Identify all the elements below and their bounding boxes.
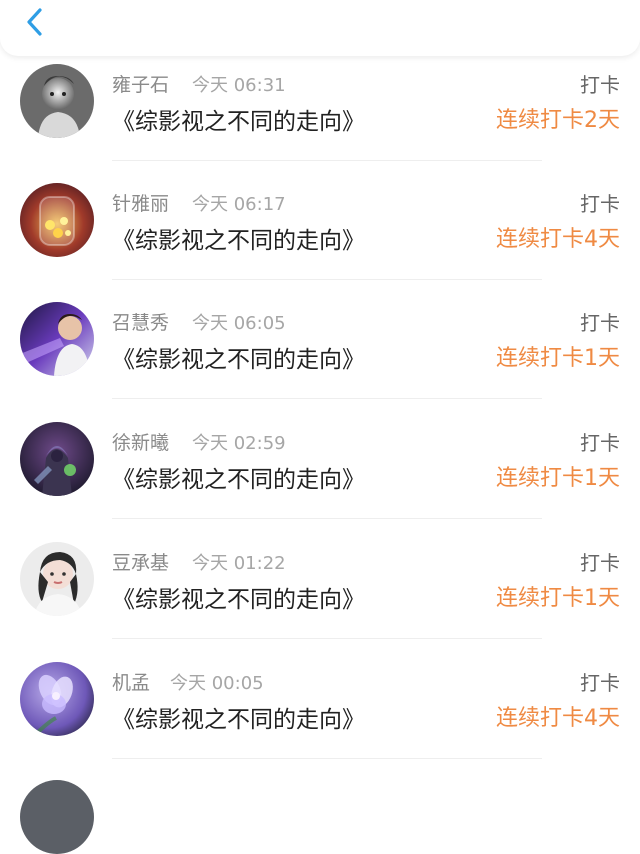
avatar[interactable] — [20, 662, 94, 736]
row-divider — [112, 279, 542, 280]
avatar[interactable] — [20, 64, 94, 138]
list-item[interactable]: 机孟 今天 00:05 《综影视之不同的走向》 打卡 连续打卡4天 — [0, 660, 640, 780]
checkin-time: 今天 00:05 — [170, 673, 264, 694]
checkin-time: 今天 02:59 — [192, 433, 286, 454]
user-name: 豆承基 — [112, 552, 170, 574]
avatar[interactable] — [20, 422, 94, 496]
book-title[interactable]: 《综影视之不同的走向》 — [112, 460, 365, 494]
avatar-purple-flower-icon — [20, 662, 94, 736]
streak-label: 连续打卡1天 — [496, 586, 620, 611]
avatar-armored-warrior-icon — [20, 422, 94, 496]
chevron-left-icon[interactable] — [20, 4, 52, 40]
avatar-child-bw-icon — [20, 64, 94, 138]
checkin-label: 打卡 — [580, 671, 620, 695]
avatar[interactable] — [20, 542, 94, 616]
row-divider — [112, 758, 542, 759]
streak-label: 连续打卡2天 — [496, 108, 620, 133]
checkin-time: 今天 06:31 — [192, 75, 286, 96]
checkin-time: 今天 06:17 — [192, 194, 286, 215]
avatar-jar-lights-icon — [20, 183, 94, 257]
checkin-label: 打卡 — [580, 551, 620, 575]
streak-label: 连续打卡1天 — [496, 346, 620, 371]
checkin-label: 打卡 — [580, 311, 620, 335]
user-name: 机孟 — [112, 672, 151, 694]
streak-label: 连续打卡4天 — [496, 706, 620, 731]
streak-label: 连续打卡1天 — [496, 466, 620, 491]
avatar[interactable] — [20, 780, 94, 854]
list-item[interactable]: 针雅丽 今天 06:17 《综影视之不同的走向》 打卡 连续打卡4天 — [0, 181, 640, 301]
list-item[interactable]: 召慧秀 今天 06:05 《综影视之不同的走向》 打卡 连续打卡1天 — [0, 300, 640, 420]
row-divider — [112, 638, 542, 639]
checkin-time: 今天 01:22 — [192, 553, 286, 574]
user-name: 针雅丽 — [112, 193, 170, 215]
checkin-list: 雍子石 今天 06:31 《综影视之不同的走向》 打卡 连续打卡2天 针雅丽 今… — [0, 0, 640, 854]
checkin-label: 打卡 — [580, 431, 620, 455]
streak-label: 连续打卡4天 — [496, 227, 620, 252]
top-bar — [0, 0, 640, 56]
checkin-label: 打卡 — [580, 73, 620, 97]
book-title[interactable]: 《综影视之不同的走向》 — [112, 221, 365, 255]
user-name: 召慧秀 — [112, 312, 170, 334]
checkin-label: 打卡 — [580, 192, 620, 216]
user-name: 徐新曦 — [112, 432, 170, 454]
avatar-girl-portrait-icon — [20, 542, 94, 616]
book-title[interactable]: 《综影视之不同的走向》 — [112, 700, 365, 734]
list-item[interactable]: 豆承基 今天 01:22 《综影视之不同的走向》 打卡 连续打卡1天 — [0, 540, 640, 660]
row-divider — [112, 518, 542, 519]
book-title[interactable]: 《综影视之不同的走向》 — [112, 102, 365, 136]
book-title[interactable]: 《综影视之不同的走向》 — [112, 580, 365, 614]
row-divider — [112, 398, 542, 399]
avatar[interactable] — [20, 183, 94, 257]
list-item[interactable]: 徐新曦 今天 02:59 《综影视之不同的走向》 打卡 连续打卡1天 — [0, 420, 640, 540]
avatar[interactable] — [20, 302, 94, 376]
book-title[interactable]: 《综影视之不同的走向》 — [112, 340, 365, 374]
user-name: 雍子石 — [112, 74, 170, 96]
avatar-man-purple-icon — [20, 302, 94, 376]
checkin-time: 今天 06:05 — [192, 313, 286, 334]
list-item[interactable]: 雍子石 今天 06:31 《综影视之不同的走向》 打卡 连续打卡2天 — [0, 62, 640, 182]
row-divider — [112, 160, 542, 161]
